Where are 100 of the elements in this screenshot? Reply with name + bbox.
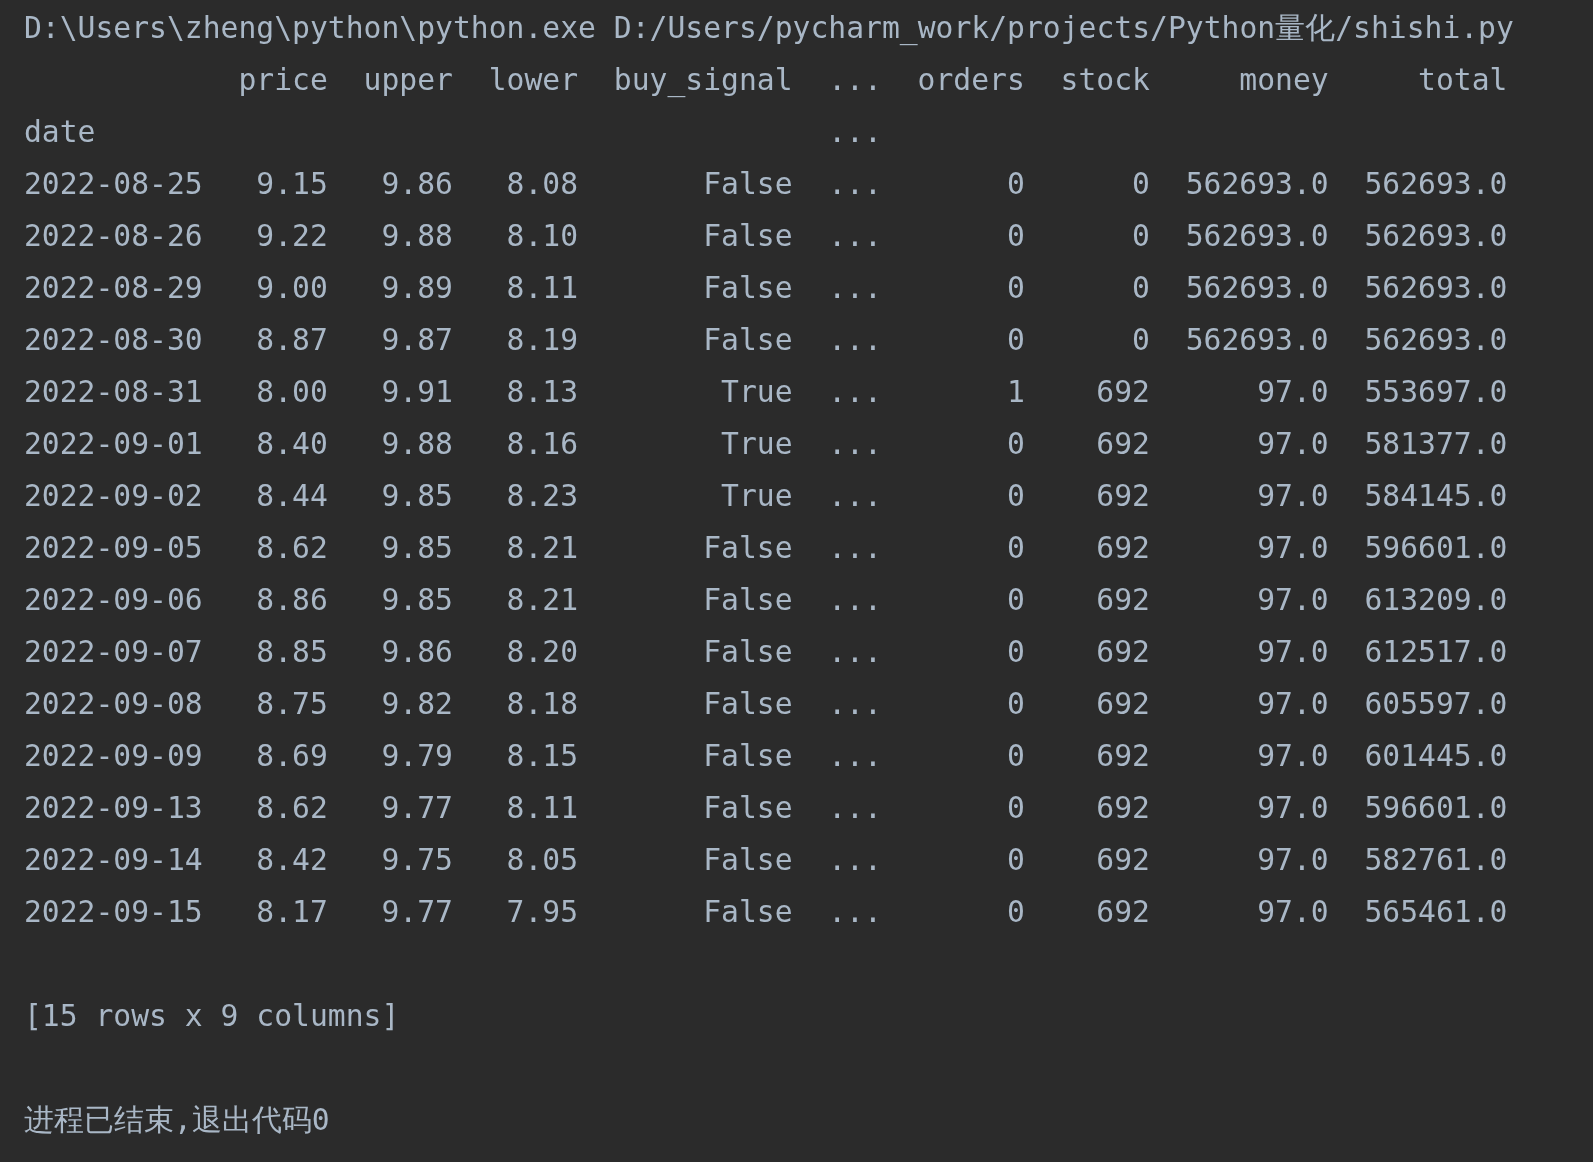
column-header: lower <box>487 61 579 99</box>
row-date: 2022-09-02 <box>24 477 203 515</box>
table-value: 8.08 <box>505 165 579 203</box>
table-value: 692 <box>1095 789 1150 827</box>
table-value: 9.91 <box>380 373 453 411</box>
table-value: 0 <box>1006 633 1025 671</box>
table-value: False <box>702 321 793 359</box>
table-value: 8.16 <box>505 425 579 463</box>
table-value: 9.77 <box>380 789 453 827</box>
table-value: 613209.0 <box>1363 581 1508 619</box>
table-value: 9.22 <box>255 217 328 255</box>
row-date: 2022-09-08 <box>24 685 203 723</box>
table-value: ... <box>827 425 882 463</box>
table-value: 9.82 <box>380 685 453 723</box>
table-value: 8.75 <box>255 685 328 723</box>
column-header: total <box>1417 61 1508 99</box>
table-value: False <box>702 893 793 931</box>
table-value: 0 <box>1006 477 1025 515</box>
table-value: 692 <box>1095 737 1150 775</box>
table-value: 0 <box>1006 737 1025 775</box>
table-value: 97.0 <box>1256 581 1329 619</box>
table-value: 9.86 <box>380 165 453 203</box>
row-date: 2022-08-26 <box>24 217 203 255</box>
row-date: 2022-09-07 <box>24 633 203 671</box>
table-value: 9.88 <box>380 217 453 255</box>
table-value: 553697.0 <box>1363 373 1508 411</box>
row-date: 2022-09-05 <box>24 529 203 567</box>
table-value: 562693.0 <box>1184 269 1329 307</box>
table-value: 8.62 <box>255 529 328 567</box>
row-date: 2022-09-06 <box>24 581 203 619</box>
table-value: 0 <box>1006 893 1025 931</box>
table-value: 0 <box>1131 165 1150 203</box>
table-value: 0 <box>1006 529 1025 567</box>
table-value: 8.42 <box>255 841 328 879</box>
table-value: False <box>702 685 793 723</box>
table-value: 97.0 <box>1256 789 1329 827</box>
table-value: 7.95 <box>505 893 579 931</box>
table-value: 601445.0 <box>1363 737 1508 775</box>
table-value: 9.75 <box>380 841 453 879</box>
table-value: 8.15 <box>505 737 579 775</box>
table-value: 0 <box>1006 321 1025 359</box>
table-value: 0 <box>1006 425 1025 463</box>
row-date: 2022-09-14 <box>24 841 203 879</box>
table-value: True <box>720 477 793 515</box>
table-value: 692 <box>1095 581 1150 619</box>
table-value: 8.86 <box>255 581 328 619</box>
table-value: 97.0 <box>1256 425 1329 463</box>
table-value: 562693.0 <box>1184 165 1329 203</box>
table-value: 562693.0 <box>1363 321 1508 359</box>
table-value: 1 <box>1006 373 1025 411</box>
table-value: 8.21 <box>505 581 579 619</box>
row-date: 2022-09-15 <box>24 893 203 931</box>
table-value: False <box>702 789 793 827</box>
table-value: ... <box>827 217 882 255</box>
table-value: 562693.0 <box>1184 321 1329 359</box>
table-value: 0 <box>1006 165 1025 203</box>
row-date: 2022-09-09 <box>24 737 203 775</box>
table-value: 97.0 <box>1256 893 1329 931</box>
table-value: 0 <box>1006 685 1025 723</box>
table-value: 97.0 <box>1256 685 1329 723</box>
table-value: 8.23 <box>505 477 579 515</box>
table-value: 97.0 <box>1256 477 1329 515</box>
column-header: buy_signal <box>612 61 793 100</box>
table-value: False <box>702 841 793 879</box>
table-value: 97.0 <box>1256 737 1329 775</box>
table-value: 612517.0 <box>1363 633 1508 671</box>
table-value: 8.87 <box>255 321 328 359</box>
table-value: 692 <box>1095 529 1150 567</box>
column-header: orders <box>916 61 1025 99</box>
table-value: 9.85 <box>380 477 453 515</box>
table-value: 0 <box>1006 789 1025 827</box>
table-value: 0 <box>1131 217 1150 255</box>
table-value: ... <box>827 737 882 775</box>
column-header: ... <box>827 61 882 99</box>
table-value: ... <box>827 893 882 931</box>
row-date: 2022-09-13 <box>24 789 203 827</box>
table-value: 565461.0 <box>1363 893 1508 931</box>
table-value: 97.0 <box>1256 841 1329 879</box>
table-value: False <box>702 529 793 567</box>
exit-message: 进程已结束,退出代码0 <box>24 1102 330 1137</box>
table-value: 97.0 <box>1256 373 1329 411</box>
table-value: 9.77 <box>380 893 453 931</box>
table-value: ... <box>827 685 882 723</box>
table-value: 581377.0 <box>1363 425 1508 463</box>
table-value: 0 <box>1006 217 1025 255</box>
column-header: price <box>237 61 328 99</box>
table-value: True <box>720 425 793 463</box>
table-value: 596601.0 <box>1363 789 1508 827</box>
table-value: 8.13 <box>505 373 579 411</box>
table-value: 605597.0 <box>1363 685 1508 723</box>
table-value: 562693.0 <box>1363 217 1508 255</box>
table-value: 0 <box>1006 841 1025 879</box>
table-value: True <box>720 373 793 411</box>
table-value: False <box>702 581 793 619</box>
table-value: 8.19 <box>505 321 579 359</box>
table-value: 562693.0 <box>1363 165 1508 203</box>
table-value: ... <box>827 269 882 307</box>
table-value: 8.11 <box>505 789 579 827</box>
table-value: ... <box>827 321 882 359</box>
table-value: 8.85 <box>255 633 328 671</box>
